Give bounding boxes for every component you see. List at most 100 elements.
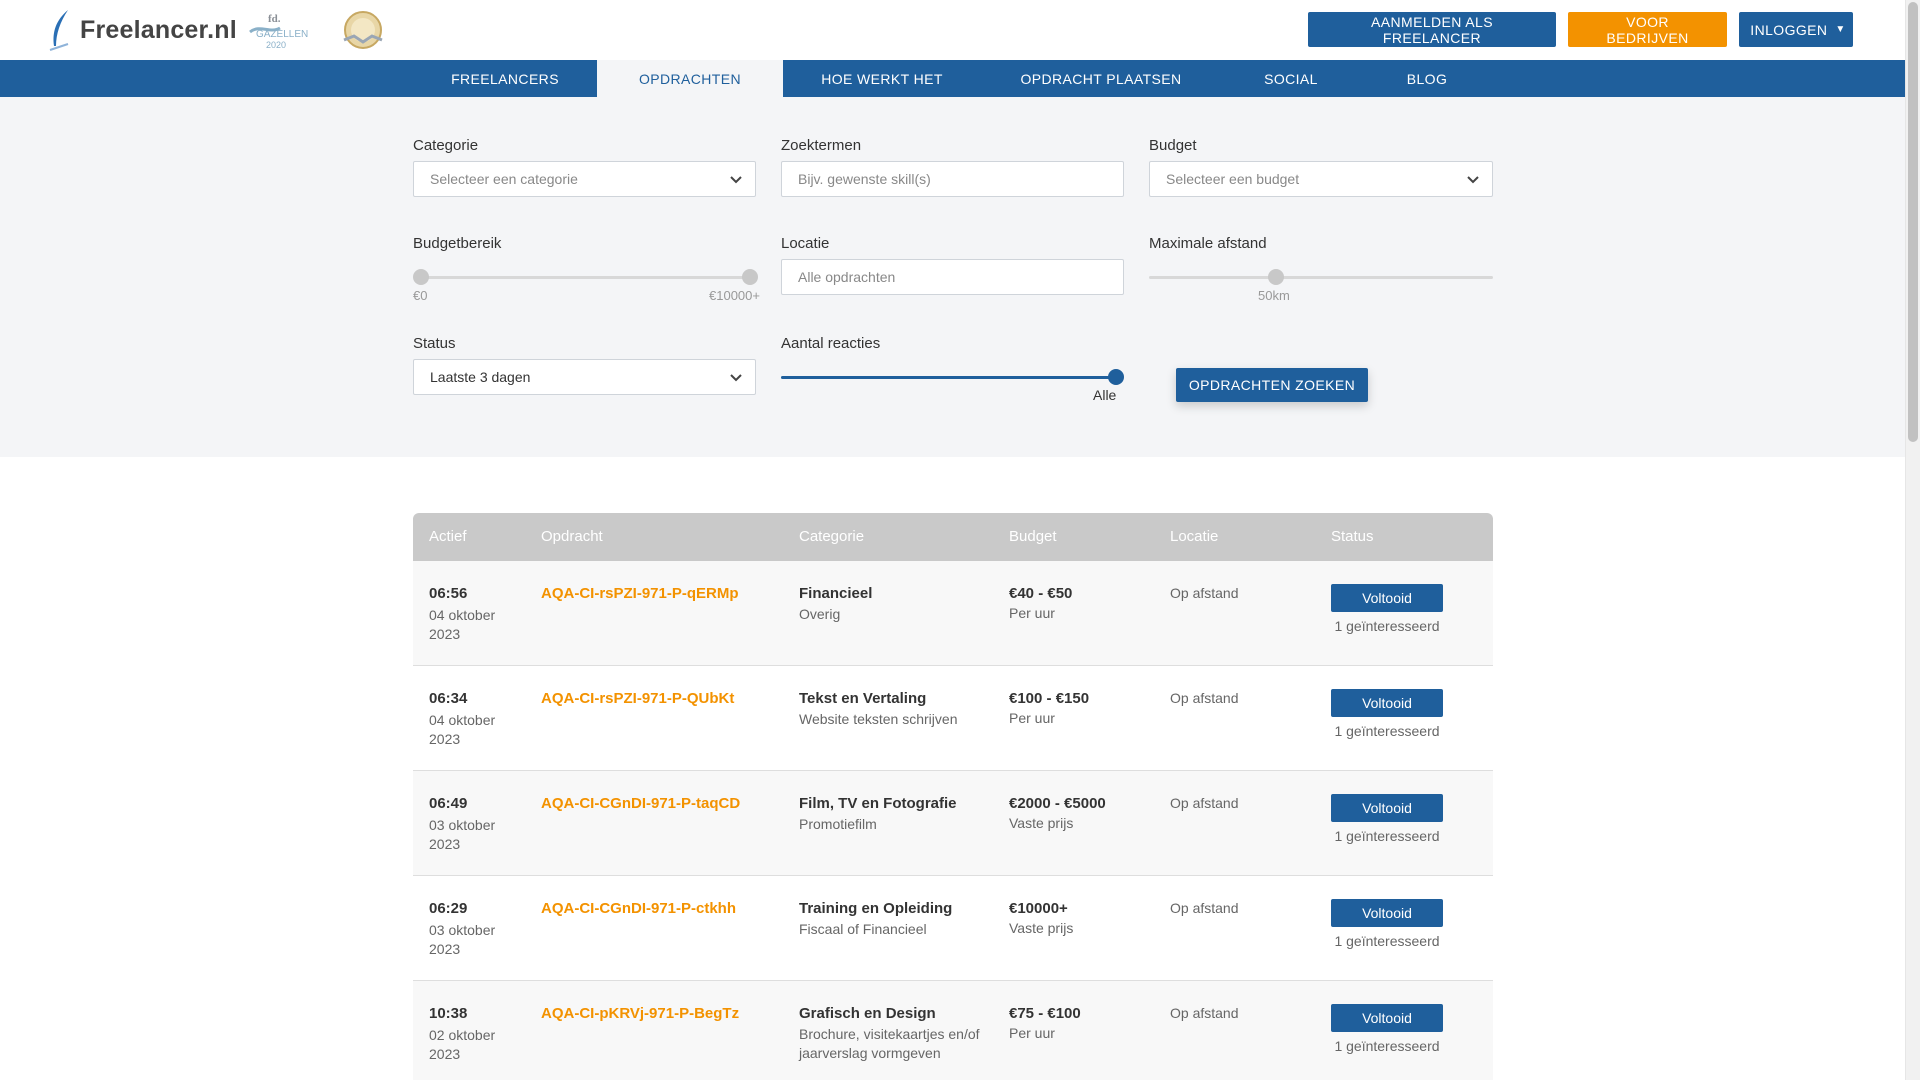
table-header: Actief Opdracht Categorie Budget Locatie… bbox=[413, 513, 1493, 561]
interest-count: 1 geïnteresseerd bbox=[1334, 723, 1440, 739]
top-header: Freelancer.nl fd. GAZELLEN 2020 AANMELDE… bbox=[0, 0, 1905, 60]
row-time: 06:49 bbox=[429, 795, 468, 812]
register-freelancer-button[interactable]: AANMELDEN ALS FREELANCER bbox=[1308, 12, 1556, 47]
budget-range-max-label: €10000+ bbox=[709, 288, 760, 303]
table-row: 06:56 04 oktober 2023 AQA-CI-rsPZI-971-P… bbox=[413, 561, 1493, 666]
row-location: Op afstand bbox=[1170, 690, 1239, 706]
header-budget: Budget bbox=[1009, 528, 1057, 545]
status-badge[interactable]: Voltooid bbox=[1331, 899, 1443, 927]
page: Freelancer.nl fd. GAZELLEN 2020 AANMELDE… bbox=[0, 0, 1920, 1080]
interest-count: 1 geïnteresseerd bbox=[1334, 933, 1440, 949]
row-time: 10:38 bbox=[429, 1005, 468, 1022]
location-input[interactable]: Alle opdrachten bbox=[781, 259, 1124, 295]
budget-range-min-handle[interactable] bbox=[413, 269, 429, 285]
row-date: 04 oktober 2023 bbox=[429, 607, 496, 642]
nav-item-opdracht-plaatsen[interactable]: OPDRACHT PLAATSEN bbox=[981, 60, 1221, 97]
nav-item-hoe-werkt-het[interactable]: HOE WERKT HET bbox=[783, 60, 981, 97]
keywords-placeholder: Bijv. gewenste skill(s) bbox=[798, 171, 931, 187]
for-business-button[interactable]: VOOR BEDRIJVEN bbox=[1568, 12, 1727, 47]
budget-amount: €2000 - €5000 bbox=[1009, 795, 1106, 812]
budget-range-max-handle[interactable] bbox=[742, 269, 758, 285]
row-time: 06:34 bbox=[429, 690, 468, 707]
status-badge[interactable]: Voltooid bbox=[1331, 1004, 1443, 1032]
interest-count: 1 geïnteresseerd bbox=[1334, 618, 1440, 634]
opdracht-link[interactable]: AQA-CI-rsPZI-971-P-QUbKt bbox=[541, 690, 734, 707]
scrollbar-thumb[interactable] bbox=[1908, 2, 1918, 442]
row-location: Op afstand bbox=[1170, 900, 1239, 916]
feather-logo-icon bbox=[49, 10, 69, 51]
opdracht-link[interactable]: AQA-CI-pKRVj-971-P-BegTz bbox=[541, 1005, 739, 1022]
category-main: Training en Opleiding bbox=[799, 900, 953, 917]
header-opdracht: Opdracht bbox=[541, 528, 603, 545]
budget-amount: €40 - €50 bbox=[1009, 585, 1073, 602]
max-distance-label: Maximale afstand bbox=[1149, 235, 1267, 252]
max-distance-value: 50km bbox=[1258, 288, 1290, 303]
budget-type: Vaste prijs bbox=[1009, 920, 1074, 936]
budget-amount: €10000+ bbox=[1009, 900, 1068, 917]
max-distance-slider[interactable] bbox=[1149, 276, 1493, 279]
gazellen-fd-text: fd. bbox=[268, 13, 281, 25]
opdracht-link[interactable]: AQA-CI-CGnDI-971-P-ctkhh bbox=[541, 900, 736, 917]
category-placeholder: Selecteer een categorie bbox=[430, 171, 578, 187]
budget-range-label: Budgetbereik bbox=[413, 235, 502, 252]
login-button[interactable]: INLOGGEN ▼ bbox=[1739, 12, 1853, 47]
category-sub: Fiscaal of Financieel bbox=[799, 921, 927, 937]
max-distance-handle[interactable] bbox=[1268, 269, 1285, 285]
opdrachten-table: Actief Opdracht Categorie Budget Locatie… bbox=[413, 513, 1493, 1080]
logo[interactable]: Freelancer.nl bbox=[46, 8, 237, 52]
filter-panel: Categorie Selecteer een categorie Zoekte… bbox=[0, 97, 1905, 457]
reactions-handle[interactable] bbox=[1108, 369, 1124, 385]
nav-item-social[interactable]: SOCIAL bbox=[1221, 60, 1361, 97]
page-scrollbar[interactable] bbox=[1905, 0, 1920, 1080]
reactions-value: Alle bbox=[1093, 387, 1117, 403]
chevron-down-icon bbox=[1467, 176, 1479, 184]
gazellen-title-text: GAZELLEN bbox=[256, 29, 308, 40]
fd-gazellen-badge-icon: fd. GAZELLEN 2020 bbox=[249, 13, 308, 50]
category-main: Tekst en Vertaling bbox=[799, 690, 927, 707]
status-badge[interactable]: Voltooid bbox=[1331, 584, 1443, 612]
page-content: Freelancer.nl fd. GAZELLEN 2020 AANMELDE… bbox=[0, 0, 1905, 1080]
interest-count: 1 geïnteresseerd bbox=[1334, 828, 1440, 844]
header-locatie: Locatie bbox=[1170, 528, 1219, 545]
main-nav: FREELANCERS OPDRACHTEN HOE WERKT HET OPD… bbox=[0, 60, 1905, 97]
nav-item-blog[interactable]: BLOG bbox=[1361, 60, 1493, 97]
keywords-label: Zoektermen bbox=[781, 137, 862, 154]
table-row: 06:34 04 oktober 2023 AQA-CI-rsPZI-971-P… bbox=[413, 666, 1493, 771]
budget-range-min-label: €0 bbox=[413, 288, 428, 303]
row-date: 03 oktober 2023 bbox=[429, 922, 496, 957]
award-seal-icon bbox=[343, 11, 383, 49]
logo-text: Freelancer.nl bbox=[80, 15, 237, 44]
budget-amount: €75 - €100 bbox=[1009, 1005, 1081, 1022]
reactions-slider-fill bbox=[781, 376, 1116, 379]
table-row: 10:38 02 oktober 2023 AQA-CI-pKRVj-971-P… bbox=[413, 981, 1493, 1080]
status-select[interactable]: Laatste 3 dagen bbox=[413, 359, 756, 395]
row-date: 03 oktober 2023 bbox=[429, 817, 496, 852]
keywords-input[interactable]: Bijv. gewenste skill(s) bbox=[781, 161, 1124, 197]
opdracht-link[interactable]: AQA-CI-CGnDI-971-P-taqCD bbox=[541, 795, 740, 812]
table-row: 06:29 03 oktober 2023 AQA-CI-CGnDI-971-P… bbox=[413, 876, 1493, 981]
status-badge[interactable]: Voltooid bbox=[1331, 689, 1443, 717]
budget-select[interactable]: Selecteer een budget bbox=[1149, 161, 1493, 197]
budget-type: Per uur bbox=[1009, 1025, 1055, 1041]
top-actions: AANMELDEN ALS FREELANCER VOOR BEDRIJVEN … bbox=[1308, 12, 1853, 47]
budget-type: Per uur bbox=[1009, 605, 1055, 621]
nav-item-freelancers[interactable]: FREELANCERS bbox=[413, 60, 597, 97]
login-label: INLOGGEN bbox=[1750, 21, 1828, 38]
opdracht-link[interactable]: AQA-CI-rsPZI-971-P-qERMp bbox=[541, 585, 739, 602]
row-location: Op afstand bbox=[1170, 585, 1239, 601]
budget-range-slider[interactable] bbox=[421, 276, 750, 279]
chevron-down-icon: ▼ bbox=[1835, 24, 1846, 35]
status-badge[interactable]: Voltooid bbox=[1331, 794, 1443, 822]
table-row: 06:49 03 oktober 2023 AQA-CI-CGnDI-971-P… bbox=[413, 771, 1493, 876]
search-opdrachten-button[interactable]: OPDRACHTEN ZOEKEN bbox=[1176, 368, 1368, 402]
location-placeholder: Alle opdrachten bbox=[798, 269, 896, 285]
category-sub: Brochure, visitekaartjes en/of jaarversl… bbox=[799, 1026, 980, 1061]
budget-type: Vaste prijs bbox=[1009, 815, 1074, 831]
nav-item-opdrachten[interactable]: OPDRACHTEN bbox=[597, 60, 783, 97]
budget-amount: €100 - €150 bbox=[1009, 690, 1090, 707]
table-body: 06:56 04 oktober 2023 AQA-CI-rsPZI-971-P… bbox=[413, 561, 1493, 1080]
category-select[interactable]: Selecteer een categorie bbox=[413, 161, 756, 197]
budget-placeholder: Selecteer een budget bbox=[1166, 171, 1300, 187]
chevron-down-icon bbox=[730, 176, 742, 184]
row-time: 06:56 bbox=[429, 585, 468, 602]
